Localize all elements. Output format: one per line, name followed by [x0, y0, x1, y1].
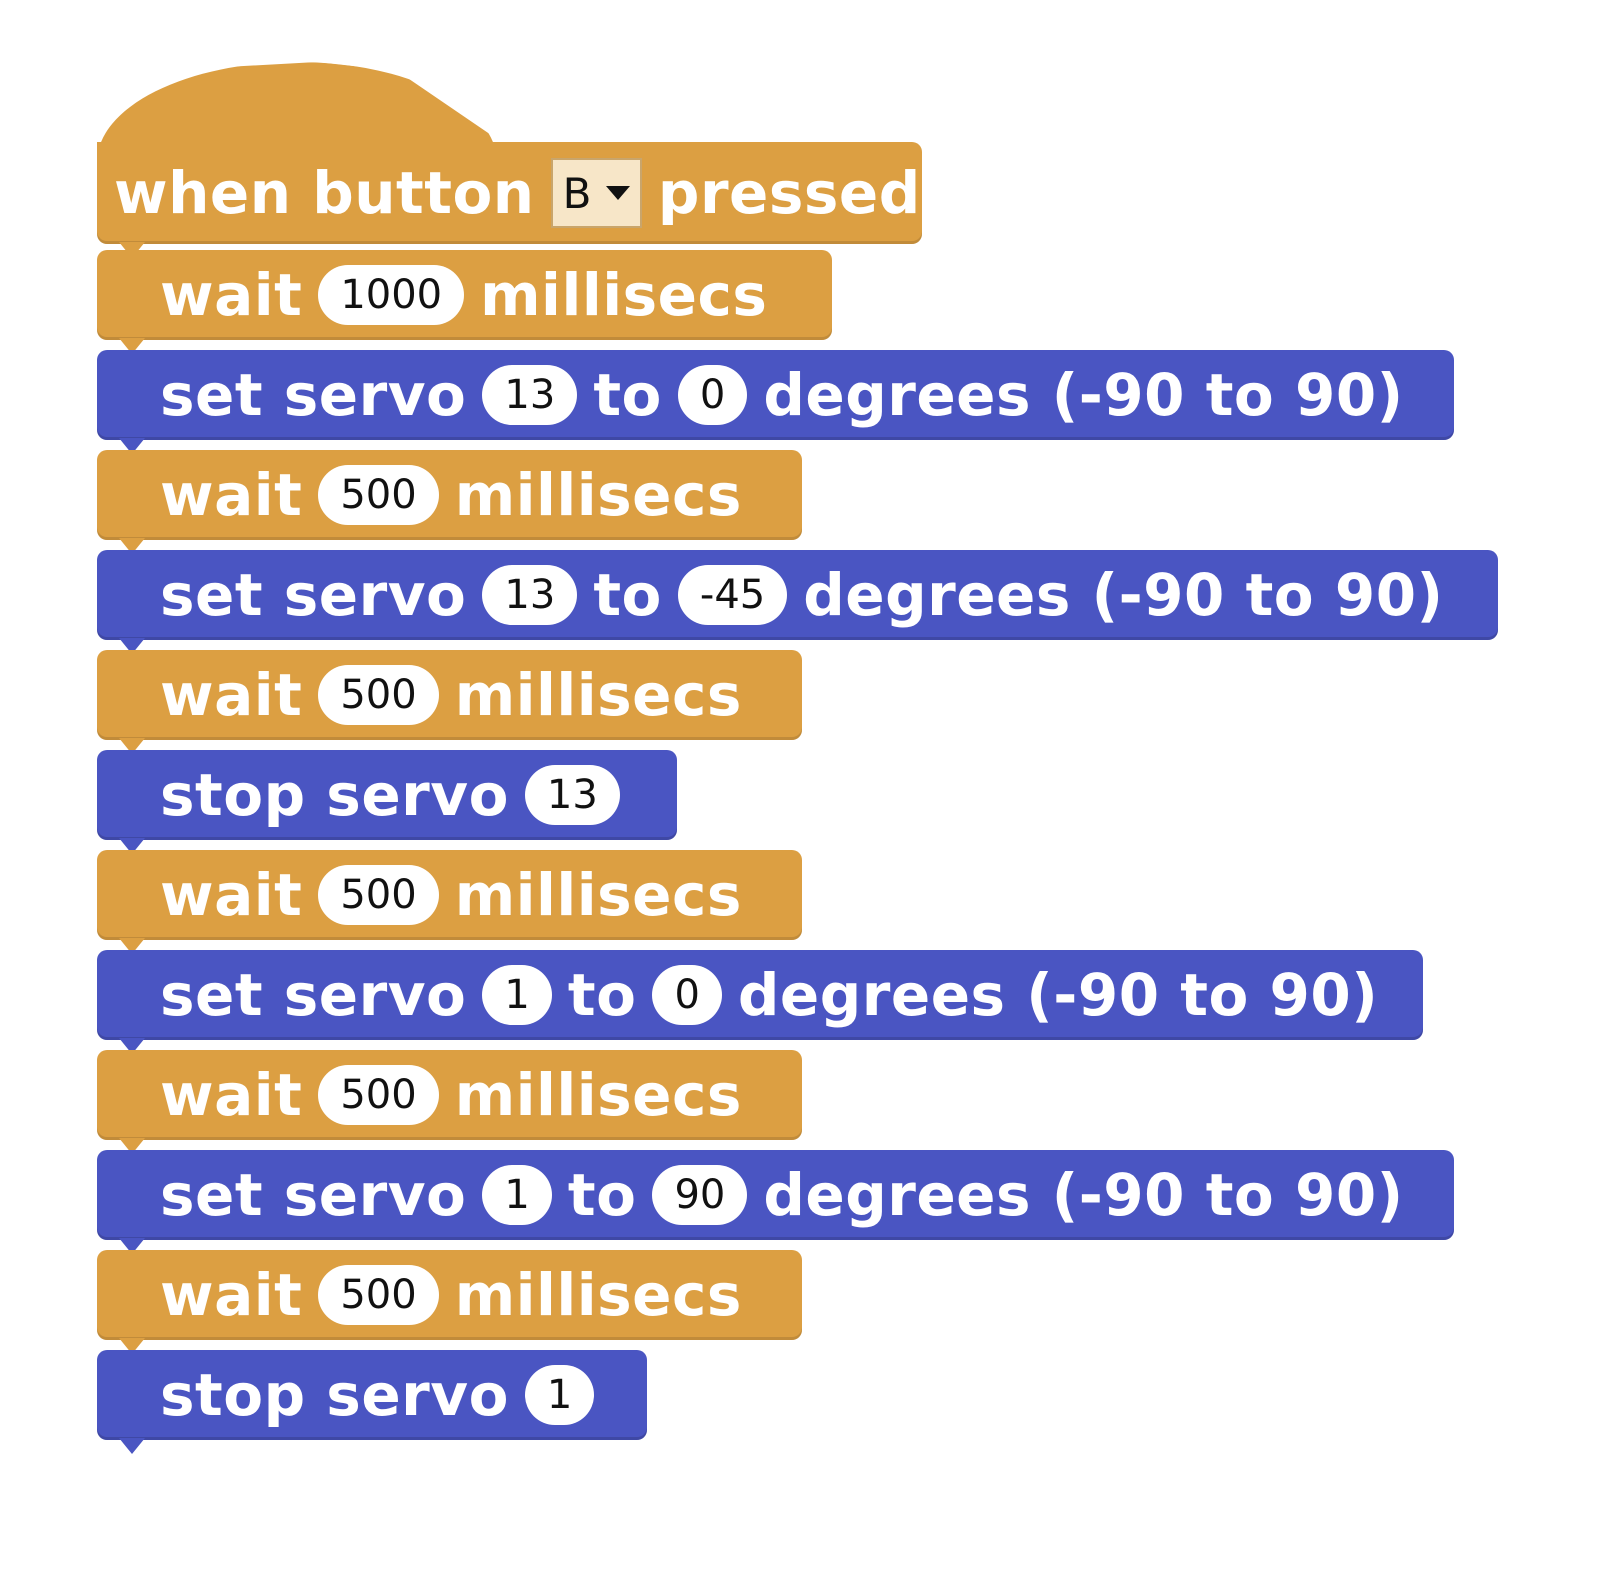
wait-block[interactable]: wait 1000 millisecs — [97, 250, 832, 354]
degrees-range-label: degrees (-90 to 90) — [803, 561, 1444, 629]
hat-suffix-label: pressed — [657, 159, 921, 227]
servo-pin-input[interactable]: 13 — [482, 565, 578, 625]
servo-pin-input[interactable]: 1 — [524, 1365, 595, 1425]
wait-label: wait — [160, 261, 303, 329]
to-label: to — [593, 361, 662, 429]
degrees-range-label: degrees (-90 to 90) — [763, 1161, 1404, 1229]
stop-servo-label: stop servo — [160, 761, 509, 829]
wait-duration-input[interactable]: 500 — [318, 1265, 439, 1325]
block-notch — [119, 1438, 145, 1454]
to-label: to — [567, 961, 637, 1029]
set-servo-label: set servo — [160, 361, 467, 429]
to-label: to — [567, 1161, 637, 1229]
chevron-down-icon — [605, 186, 630, 200]
wait-duration-input[interactable]: 500 — [318, 865, 439, 925]
servo-pin-input[interactable]: 13 — [524, 765, 620, 825]
degrees-range-label: degrees (-90 to 90) — [763, 361, 1404, 429]
hat-block-body[interactable]: when button B pressed — [97, 142, 922, 244]
wait-block[interactable]: wait 500 millisecs — [97, 1050, 802, 1154]
servo-pin-input[interactable]: 1 — [482, 1165, 552, 1225]
stop-servo-block[interactable]: stop servo 13 — [97, 750, 677, 854]
wait-duration-input[interactable]: 500 — [318, 665, 439, 725]
set-servo-block[interactable]: set servo 13 to -45 degrees (-90 to 90) — [97, 550, 1498, 654]
servo-degrees-input[interactable]: 0 — [677, 365, 748, 425]
wait-block[interactable]: wait 500 millisecs — [97, 450, 802, 554]
millisecs-label: millisecs — [454, 1061, 742, 1129]
degrees-range-label: degrees (-90 to 90) — [737, 961, 1379, 1029]
millisecs-label: millisecs — [454, 1261, 742, 1329]
servo-degrees-input[interactable]: -45 — [677, 565, 788, 625]
wait-block[interactable]: wait 500 millisecs — [97, 850, 802, 954]
wait-label: wait — [160, 1261, 303, 1329]
set-servo-block[interactable]: set servo 1 to 90 degrees (-90 to 90) — [97, 1150, 1454, 1254]
millisecs-label: millisecs — [454, 861, 742, 929]
wait-duration-input[interactable]: 500 — [318, 465, 439, 525]
servo-pin-input[interactable]: 13 — [482, 365, 578, 425]
wait-duration-input[interactable]: 500 — [318, 1065, 439, 1125]
wait-label: wait — [160, 861, 303, 929]
wait-block[interactable]: wait 500 millisecs — [97, 650, 802, 754]
servo-degrees-input[interactable]: 0 — [652, 965, 722, 1025]
wait-label: wait — [160, 1061, 303, 1129]
wait-duration-input[interactable]: 1000 — [318, 265, 465, 325]
to-label: to — [593, 561, 662, 629]
wait-label: wait — [160, 661, 303, 729]
when-button-pressed-hat-block[interactable]: when button B pressed — [97, 62, 922, 258]
servo-degrees-input[interactable]: 90 — [652, 1165, 748, 1225]
set-servo-block[interactable]: set servo 13 to 0 degrees (-90 to 90) — [97, 350, 1454, 454]
hat-prefix-label: when button — [114, 159, 535, 227]
stop-servo-label: stop servo — [160, 1361, 509, 1429]
wait-label: wait — [160, 461, 303, 529]
stop-servo-block[interactable]: stop servo 1 — [97, 1350, 647, 1454]
millisecs-label: millisecs — [454, 461, 742, 529]
set-servo-label: set servo — [160, 961, 467, 1029]
set-servo-label: set servo — [160, 1161, 467, 1229]
set-servo-block[interactable]: set servo 1 to 0 degrees (-90 to 90) — [97, 950, 1423, 1054]
millisecs-label: millisecs — [480, 261, 768, 329]
button-select-dropdown[interactable]: B — [550, 158, 642, 228]
button-select-value: B — [562, 168, 592, 218]
set-servo-label: set servo — [160, 561, 467, 629]
wait-block[interactable]: wait 500 millisecs — [97, 1250, 802, 1354]
servo-pin-input[interactable]: 1 — [482, 965, 552, 1025]
millisecs-label: millisecs — [454, 661, 742, 729]
